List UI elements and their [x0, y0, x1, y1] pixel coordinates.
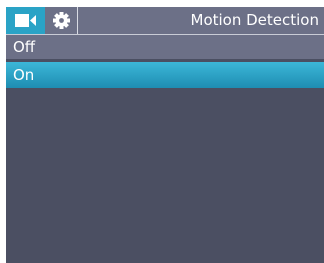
header-bar: Motion Detection [6, 7, 324, 34]
motion-detection-screen: Motion Detection Off On [6, 7, 324, 263]
tab-divider [77, 7, 78, 34]
gear-icon [53, 12, 70, 29]
tab-video[interactable] [6, 7, 45, 34]
menu-item-on[interactable]: On [6, 62, 324, 88]
video-camera-icon [15, 14, 37, 27]
page-title: Motion Detection [190, 11, 320, 29]
tab-settings[interactable] [45, 7, 77, 34]
menu-item-off[interactable]: Off [6, 35, 324, 59]
